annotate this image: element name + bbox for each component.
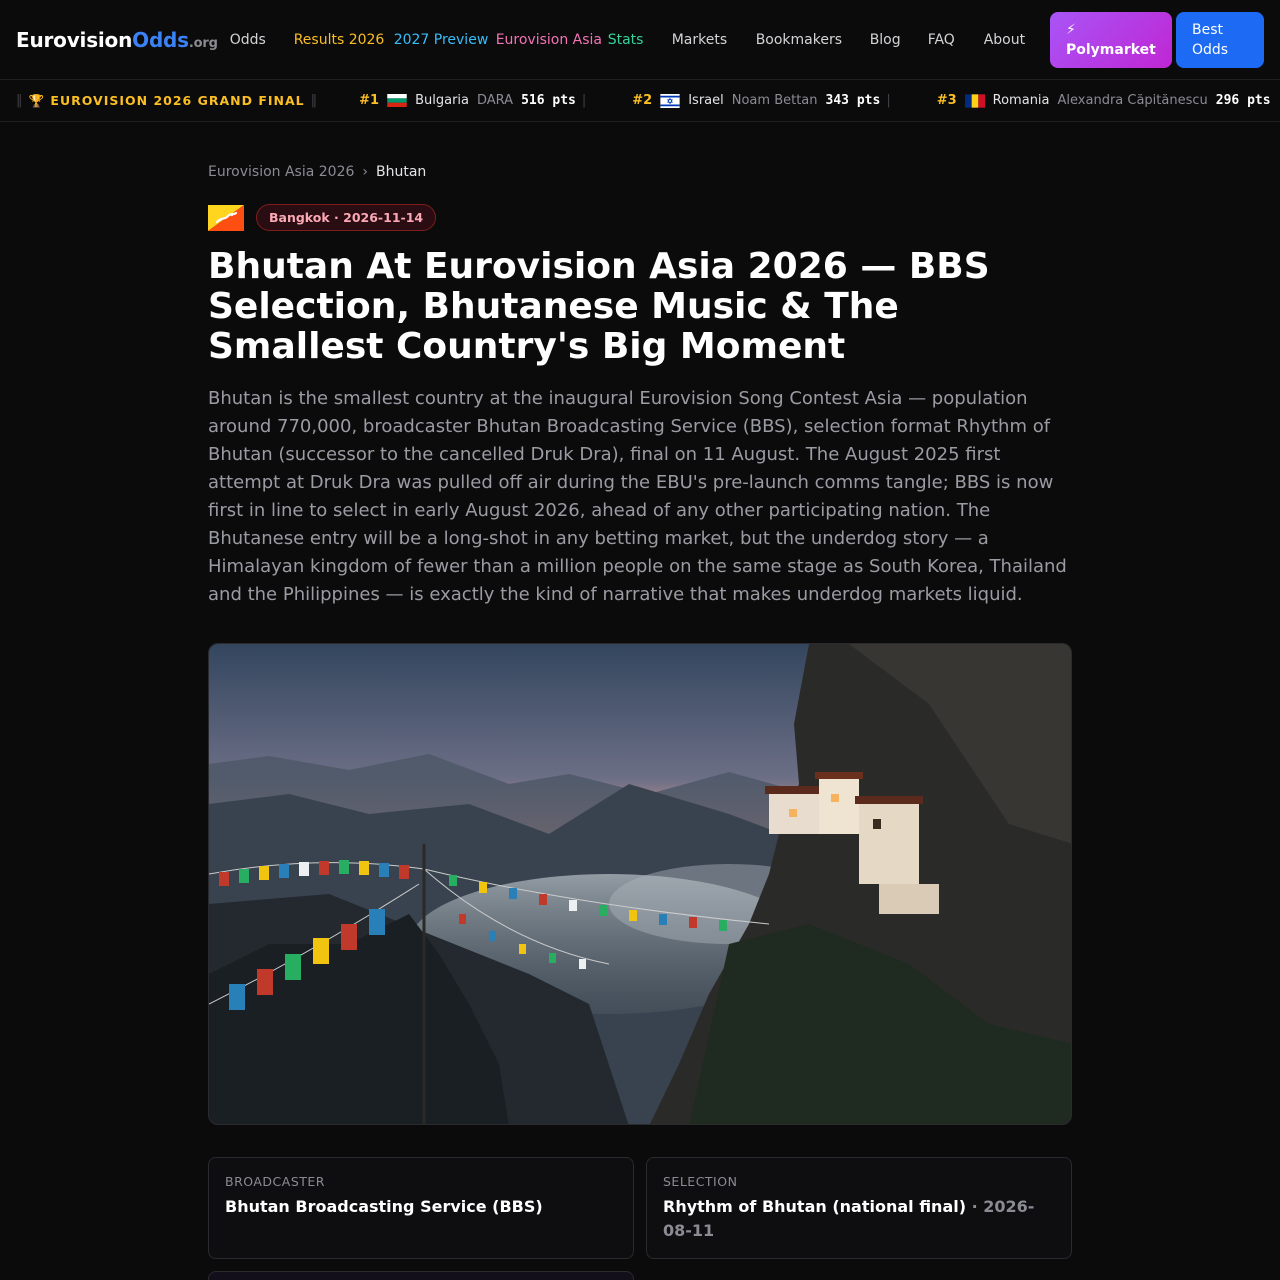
broadcaster-card: Broadcaster Bhutan Broadcasting Service … — [208, 1157, 634, 1259]
nav-blog[interactable]: Blog — [870, 30, 928, 50]
ticker-artist: DARA — [477, 93, 514, 108]
logo-eurovision: Eurovision — [16, 27, 133, 52]
ticker-artist: Alexandra Căpitănescu — [1057, 93, 1208, 108]
breadcrumb-current: Bhutan — [376, 164, 427, 180]
article-main: Eurovision Asia 2026 › Bhutan Bangkok · … — [208, 122, 1072, 1280]
ticker-divider: ‖ — [16, 93, 23, 108]
logo-odds: Odds — [132, 27, 189, 52]
breadcrumb-separator: › — [362, 164, 369, 180]
ticker-headline: 🏆 EUROVISION 2026 GRAND FINAL — [28, 92, 305, 108]
card-label: Broadcaster — [225, 1174, 325, 1189]
article-lead: Bhutan is the smallest country at the in… — [208, 388, 1067, 605]
polymarket-button[interactable]: ⚡ Polymarket — [1050, 12, 1172, 68]
card-value: Rhythm of Bhutan (national final) · 2026… — [663, 1195, 1055, 1243]
article-meta: Bangkok · 2026-11-14 — [208, 204, 1072, 231]
ticker-country: Bulgaria — [415, 93, 469, 108]
nav-2027-preview[interactable]: 2027 Preview — [394, 30, 496, 50]
top-navigation: EurovisionOdds.org Odds Results 2026 202… — [0, 0, 1280, 80]
nav-faq[interactable]: FAQ — [928, 30, 984, 50]
card-value: Bhutan Broadcasting Service (BBS) — [225, 1195, 617, 1219]
nav-results-2026[interactable]: Results 2026 — [294, 30, 394, 50]
nav-markets[interactable]: Markets — [672, 30, 756, 50]
ticker-rank: #1 — [359, 93, 380, 108]
ticker-points: 343 pts — [825, 93, 881, 108]
card-label: Selection — [663, 1174, 738, 1189]
ticker-rank: #2 — [632, 93, 653, 108]
tigers-nest-landscape-illustration — [209, 644, 1071, 1124]
ticker-divider: | — [581, 93, 587, 108]
ticker-artist: Noam Bettan — [731, 93, 818, 108]
location-date-badge: Bangkok · 2026-11-14 — [256, 204, 437, 231]
best-odds-button[interactable]: Best Odds — [1176, 12, 1264, 68]
next-card-partial — [208, 1271, 634, 1280]
romania-flag-icon — [964, 93, 985, 108]
nav-about[interactable]: About — [984, 30, 1044, 50]
ticker-item[interactable]: #3 Romania Alexandra Căpitănescu 296 pts — [937, 93, 1271, 108]
ticker-divider: ‖ — [310, 93, 318, 108]
site-logo[interactable]: EurovisionOdds.org — [16, 28, 218, 52]
info-cards: Broadcaster Bhutan Broadcasting Service … — [208, 1157, 1072, 1259]
ticker-divider: | — [886, 93, 891, 108]
bulgaria-flag-icon — [387, 94, 407, 107]
selection-card: Selection Rhythm of Bhutan (national fin… — [646, 1157, 1072, 1259]
ticker-country: Romania — [992, 93, 1050, 108]
logo-tld: .org — [188, 35, 218, 51]
nav-stats[interactable]: Stats — [608, 30, 672, 50]
page-title: Bhutan At Eurovision Asia 2026 — BBS Sel… — [208, 246, 990, 367]
bhutan-flag-icon — [208, 204, 244, 231]
ticker-country: Israel — [688, 93, 724, 108]
breadcrumb-parent[interactable]: Eurovision Asia 2026 — [208, 164, 354, 180]
breadcrumb: Eurovision Asia 2026 › Bhutan — [208, 164, 1072, 180]
selection-name: Rhythm of Bhutan (national final) — [663, 1197, 967, 1216]
broadcaster-name: Bhutan Broadcasting Service (BBS) — [225, 1197, 543, 1216]
ticker-rank: #3 — [936, 93, 957, 108]
ticker-item[interactable]: #1 Bulgaria DARA 516 pts — [359, 93, 576, 108]
nav-odds[interactable]: Odds — [230, 30, 294, 50]
ticker-item[interactable]: #2 Israel Noam Bettan 343 pts — [632, 93, 880, 108]
nav-bookmakers[interactable]: Bookmakers — [756, 30, 870, 50]
results-ticker: ‖ 🏆 EUROVISION 2026 GRAND FINAL ‖ #1 Bul… — [0, 80, 1280, 122]
nav-eurovision-asia[interactable]: Eurovision Asia — [496, 30, 608, 50]
ticker-points: 516 pts — [521, 93, 576, 108]
ticker-points: 296 pts — [1215, 93, 1271, 108]
israel-flag-icon — [660, 93, 680, 108]
hero-image — [208, 643, 1072, 1125]
main-nav: Odds Results 2026 2027 Preview Eurovisio… — [230, 30, 1044, 50]
